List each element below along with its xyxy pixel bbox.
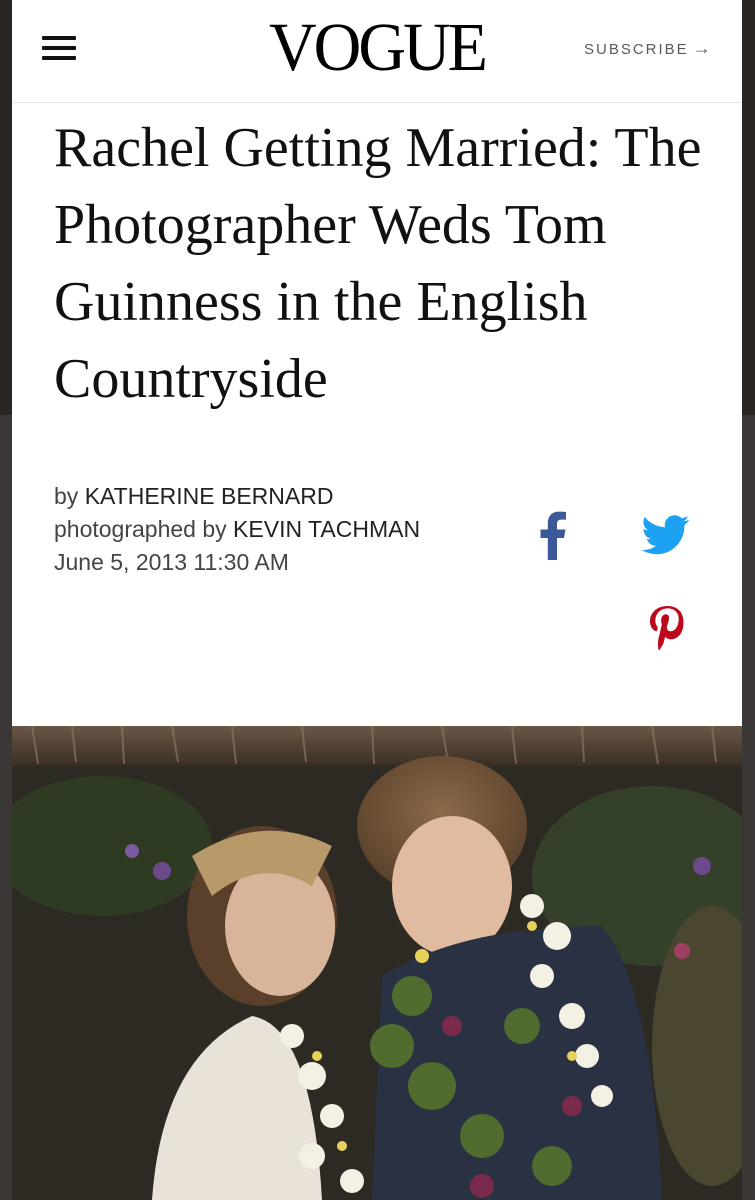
photographer-link[interactable]: KEVIN TACHMAN — [233, 516, 420, 542]
facebook-share-button[interactable] — [538, 510, 568, 560]
pinterest-icon — [650, 606, 684, 651]
byline: by KATHERINE BERNARD photographed by KEV… — [54, 480, 420, 579]
article-card: VOGUE SUBSCRIBE → Rachel Getting Married:… — [12, 0, 742, 1200]
subscribe-label: SUBSCRIBE — [584, 41, 689, 58]
vogue-logo[interactable]: VOGUE — [252, 10, 502, 86]
site-header: VOGUE SUBSCRIBE → — [12, 0, 742, 103]
by-label: by — [54, 483, 79, 509]
pinterest-share-button[interactable] — [646, 604, 686, 654]
publish-date: June 5, 2013 11:30 AM — [54, 549, 289, 575]
author-link[interactable]: KATHERINE BERNARD — [85, 483, 334, 509]
hamburger-menu-icon[interactable] — [42, 34, 78, 62]
article-headline: Rachel Getting Married: The Photographer… — [54, 117, 702, 410]
twitter-icon — [641, 515, 690, 555]
arrow-right-icon: → — [692, 38, 711, 58]
photographed-by-label: photographed by — [54, 516, 227, 542]
facebook-icon — [540, 511, 566, 560]
twitter-share-button[interactable] — [641, 514, 690, 556]
subscribe-link[interactable]: SUBSCRIBE → — [584, 38, 711, 59]
wedding-photo — [12, 726, 742, 1200]
